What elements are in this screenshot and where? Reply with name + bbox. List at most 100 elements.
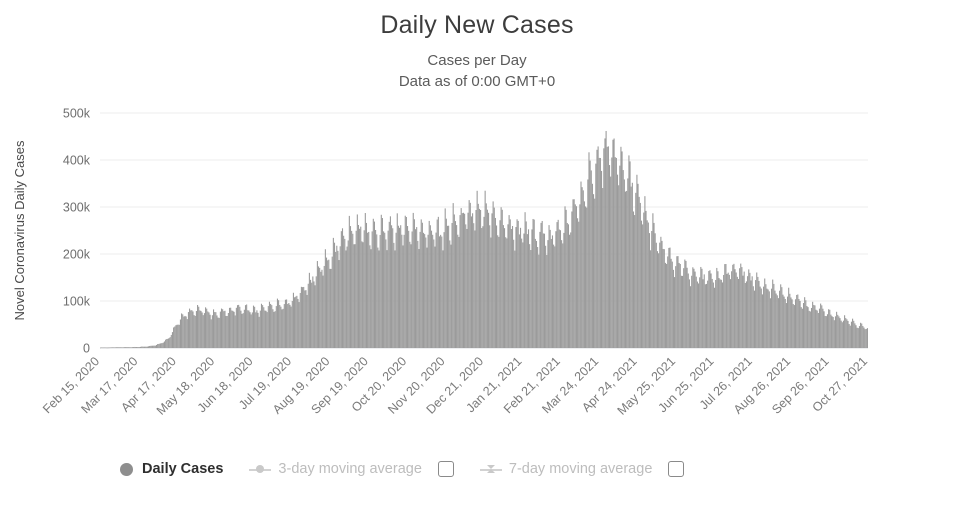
bar[interactable] (700, 266, 702, 348)
bar[interactable] (523, 233, 525, 348)
bar[interactable] (582, 190, 584, 348)
bar[interactable] (823, 311, 825, 348)
bar[interactable] (651, 230, 653, 348)
bar[interactable] (265, 310, 267, 348)
bar[interactable] (147, 346, 150, 348)
bar[interactable] (337, 250, 339, 348)
bar[interactable] (222, 309, 224, 348)
bar[interactable] (498, 236, 500, 348)
bar[interactable] (836, 311, 838, 348)
bar[interactable] (223, 311, 225, 348)
bar[interactable] (395, 232, 397, 348)
bar[interactable] (505, 237, 507, 348)
bar[interactable] (248, 310, 250, 348)
bar[interactable] (306, 294, 308, 348)
bar[interactable] (476, 190, 478, 348)
legend-item-daily-cases[interactable]: Daily Cases (120, 456, 223, 482)
bar[interactable] (480, 209, 482, 348)
bar[interactable] (305, 290, 307, 348)
bar[interactable] (396, 213, 398, 348)
bar[interactable] (146, 346, 148, 348)
bar[interactable] (370, 249, 372, 348)
bar[interactable] (643, 212, 645, 348)
bar[interactable] (613, 138, 615, 348)
bar[interactable] (603, 148, 605, 348)
bar[interactable] (438, 236, 441, 348)
bar[interactable] (674, 277, 676, 348)
bar[interactable] (469, 202, 471, 348)
bar[interactable] (740, 263, 742, 348)
bar[interactable] (755, 280, 757, 348)
bar[interactable] (833, 320, 835, 348)
legend-item-7-day-moving-average[interactable]: 7-day moving average (479, 456, 685, 482)
bar[interactable] (419, 231, 421, 348)
bar[interactable] (372, 218, 374, 348)
bar[interactable] (231, 310, 233, 348)
bar[interactable] (386, 250, 388, 348)
bar[interactable] (573, 199, 575, 348)
bar[interactable] (199, 310, 201, 348)
bar[interactable] (772, 279, 774, 348)
bar[interactable] (733, 263, 735, 348)
bar[interactable] (593, 194, 595, 348)
bar[interactable] (250, 314, 252, 348)
bar[interactable] (705, 283, 708, 348)
bar[interactable] (385, 239, 387, 348)
bar[interactable] (720, 279, 722, 348)
bar[interactable] (623, 179, 625, 348)
bar[interactable] (541, 220, 543, 348)
bar[interactable] (242, 313, 244, 348)
bar[interactable] (218, 317, 220, 348)
bar[interactable] (852, 318, 854, 348)
bar[interactable] (773, 283, 775, 348)
bar[interactable] (589, 160, 591, 348)
bar[interactable] (427, 234, 429, 348)
bar[interactable] (515, 227, 517, 348)
bar[interactable] (125, 347, 127, 348)
bar[interactable] (751, 276, 753, 348)
bar[interactable] (508, 215, 510, 348)
bar[interactable] (642, 224, 644, 348)
bar[interactable] (412, 212, 414, 348)
bar[interactable] (739, 268, 741, 348)
bar[interactable] (782, 294, 784, 348)
bar[interactable] (257, 312, 259, 348)
bar[interactable] (678, 262, 680, 348)
bar[interactable] (189, 308, 191, 348)
bar[interactable] (143, 346, 145, 348)
bar[interactable] (627, 178, 629, 348)
bar[interactable] (453, 214, 455, 348)
bar[interactable] (433, 239, 435, 348)
bar[interactable] (815, 309, 817, 348)
bar[interactable] (159, 343, 161, 348)
bar[interactable] (464, 213, 466, 348)
bar[interactable] (408, 230, 410, 348)
bar[interactable] (682, 275, 684, 348)
bar[interactable] (661, 240, 663, 348)
bar[interactable] (736, 276, 738, 348)
bar[interactable] (697, 283, 700, 348)
bar[interactable] (790, 297, 792, 348)
bar[interactable] (529, 244, 531, 348)
bar[interactable] (717, 271, 719, 348)
bar[interactable] (220, 308, 223, 348)
bar[interactable] (727, 272, 729, 348)
bar[interactable] (449, 240, 451, 348)
bar[interactable] (316, 261, 318, 348)
bar[interactable] (666, 263, 668, 348)
bar[interactable] (659, 242, 661, 348)
bar[interactable] (363, 230, 365, 348)
bar[interactable] (127, 347, 129, 348)
bar[interactable] (120, 347, 122, 348)
bar[interactable] (497, 235, 499, 348)
bar[interactable] (462, 212, 465, 348)
bar[interactable] (281, 309, 283, 348)
bar[interactable] (636, 174, 638, 348)
bar[interactable] (239, 306, 241, 348)
bar[interactable] (279, 305, 281, 348)
bar[interactable] (467, 212, 469, 348)
bar[interactable] (193, 315, 195, 348)
bar[interactable] (567, 224, 569, 348)
bar[interactable] (129, 347, 131, 348)
bar[interactable] (203, 313, 205, 348)
